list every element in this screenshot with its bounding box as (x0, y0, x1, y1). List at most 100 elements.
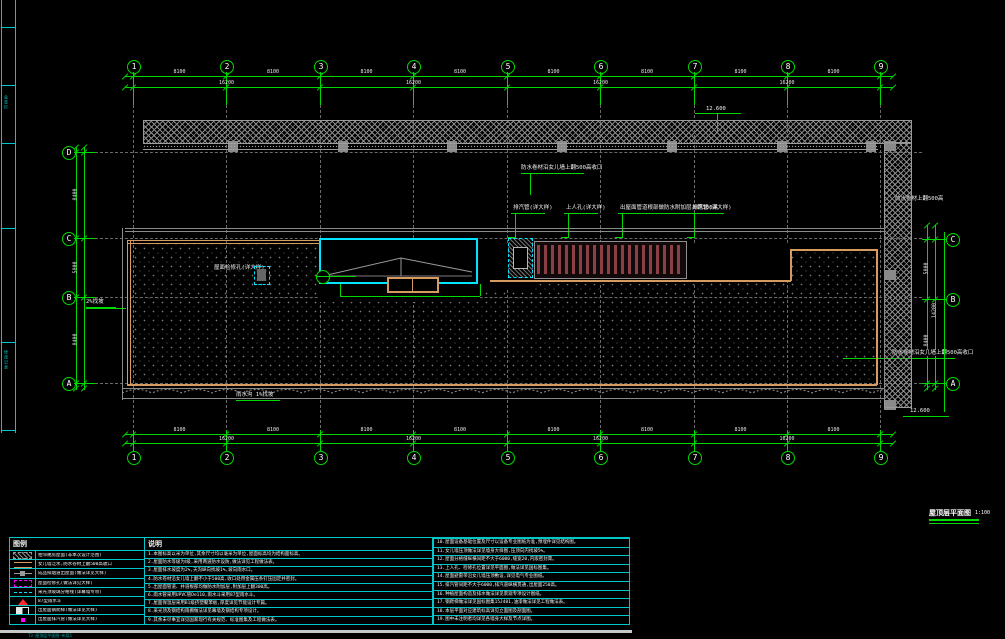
level-leader (695, 113, 741, 114)
grid-bubble-top-2: 2 (220, 60, 234, 74)
annotation-leader (515, 213, 516, 237)
dim-tick (890, 84, 896, 90)
dim-label: 8100 (448, 428, 472, 433)
roof-outer-line (125, 231, 884, 232)
grid-bubble-top-4: 4 (407, 60, 421, 74)
grid-connector (600, 72, 601, 105)
annotation-leader (561, 237, 569, 238)
level-leader (717, 113, 718, 133)
grid-bubble-right-B: B (946, 293, 960, 307)
dim-line (340, 296, 480, 297)
roof-outer-line (125, 228, 884, 229)
note-item: 18.本层平面对应建筑标高详见立面图及剖面图。 (434, 607, 629, 616)
dim-label: 8400 (74, 327, 79, 353)
dimension-line (927, 225, 928, 390)
annotation-leader (694, 213, 695, 237)
title-underline (929, 523, 979, 524)
legend-symbol-cell (10, 615, 36, 624)
dim-label: 8100 (822, 70, 846, 75)
adjacent-roof-hatch-icon (13, 552, 32, 559)
note-item: 5.出屋面管道、井道根部均做防水附加层,附加层上翻300高。 (145, 583, 432, 591)
grid-connector (787, 72, 788, 105)
annotation-underline (903, 416, 949, 417)
annotation-leader (615, 237, 623, 238)
note-item: 15.排汽管间距不大于6000,排汽道纵横贯通,出屋面250高。 (434, 581, 629, 590)
dim-label: 16200 (215, 81, 239, 86)
inspection-hatch (254, 266, 270, 285)
note-item: 9.其余未尽事宜详见国家现行有关规范、标准图集及工程做法表。 (145, 616, 432, 624)
note-item: 11.女儿墙压顶做法详见墙身大样图,压顶向内找坡5%。 (434, 547, 629, 556)
note-item: 13.上人孔、检修孔位置详见平面图,做法详见国标图集。 (434, 564, 629, 573)
note-item: 12.屋面分格缝纵横间距不大于6000,缝宽20,内嵌密封膏。 (434, 555, 629, 564)
grid-bubble-right-C: C (946, 233, 960, 247)
grid-bubble-bottom-1: 1 (127, 451, 141, 465)
equipment-curb-divider (412, 279, 413, 291)
dim-label: 8100 (168, 70, 192, 75)
dim-label: 8100 (168, 428, 192, 433)
grid-connector (507, 430, 508, 451)
parapet-line-step (790, 249, 792, 281)
annotation-a4: 上人孔(详大样) (566, 205, 606, 211)
grid-connector (507, 72, 508, 105)
grid-bubble-bottom-4: 4 (407, 451, 421, 465)
parapet-flashing-line-icon (14, 562, 32, 568)
dim-label: 8100 (542, 70, 566, 75)
grid-connector (74, 383, 95, 384)
legend-row-label: 出屋面排汽管(做法详见大样) (36, 617, 97, 622)
legend-header: 图例 (10, 538, 144, 550)
adjacent-roof-edge-strip (143, 142, 878, 150)
gutter-wave-line (122, 386, 884, 400)
annotation-a6: 排汽管(详大样) (692, 205, 732, 211)
grid-bubble-bottom-9: 9 (874, 451, 888, 465)
plot-stamp: T3-屋顶层平面图-布局1 (28, 633, 72, 638)
grid-connector (74, 297, 95, 298)
grid-line-horizontal (95, 152, 922, 153)
access-hatch-dashed-rect-icon (14, 580, 32, 587)
dim-tick (890, 73, 896, 79)
dim-label: 5800 (74, 254, 79, 280)
dim-tick (890, 431, 896, 437)
dim-label: 16200 (402, 81, 426, 86)
rain-inlet-triangle-icon (18, 599, 28, 605)
grid-connector (694, 430, 695, 451)
parapet-line-step (790, 249, 877, 251)
dim-label: 14200 (933, 298, 938, 324)
grid-bubble-left-C: C (62, 232, 76, 246)
dim-label: 16200 (215, 437, 239, 442)
dim-label: 8100 (355, 70, 379, 75)
grid-connector (413, 72, 414, 105)
note-item: 4.防水卷材沿女儿墙上翻不小于500高,收口处用金属压条钉压固定并密封。 (145, 575, 432, 583)
grid-connector (74, 152, 95, 153)
annotation-a11: 12.600 (910, 408, 930, 414)
grid-connector (226, 72, 227, 105)
grid-connector (922, 383, 946, 384)
annotation-underline (236, 400, 280, 401)
dim-label: 8400 (74, 182, 79, 208)
dim-label: 16200 (402, 437, 426, 442)
annotation-leader (564, 213, 598, 214)
note-item: 6.雨水管采用UPVC管De110,雨水斗采用87型雨水斗。 (145, 591, 432, 599)
title-underline (929, 519, 979, 521)
louvre-bars (537, 245, 683, 274)
dim-label: 16200 (589, 437, 613, 442)
grid-bubble-left-D: D (62, 146, 76, 160)
legend-row-label: 采光顶玻璃分格线(详幕墙专项) (36, 590, 102, 595)
roof-access-hatch (508, 238, 533, 278)
dim-label: 8100 (729, 70, 753, 75)
legend-row-label: 出屋面钢爬梯(做法详见大样) (36, 608, 97, 613)
notes-table-1: 说明 1.本图标高以米为单位,其余尺寸均以毫米为单位,屋面标高均为结构面标高。2… (144, 537, 433, 625)
annotation-leader (511, 213, 545, 214)
grid-connector (320, 430, 321, 451)
legend-row: 出屋面排汽管(做法详见大样) (10, 614, 144, 624)
skylight-grid-dashed-line-icon (14, 592, 32, 593)
note-item: 1.本图标高以米为单位,其余尺寸均以毫米为单位,屋面标高均为结构面标高。 (145, 550, 432, 558)
flue-outlet-symbol-icon (14, 573, 32, 574)
grid-bubble-top-3: 3 (314, 60, 328, 74)
grid-bubble-bottom-5: 5 (501, 451, 515, 465)
note-item: 14.屋面避雷带沿女儿墙压顶敷设,详见电气专业图纸。 (434, 572, 629, 581)
cad-viewport[interactable]: 会签栏 修改记录 123456789123456789DCBACBA810081… (0, 0, 1005, 639)
detail-callout-circle (316, 270, 330, 284)
note-item: 2.屋面防水等级为Ⅰ级,采用两道防水设防,做法详见工程做法表。 (145, 558, 432, 566)
grid-bubble-top-9: 9 (874, 60, 888, 74)
drawing-scale: 1:100 (975, 509, 990, 517)
